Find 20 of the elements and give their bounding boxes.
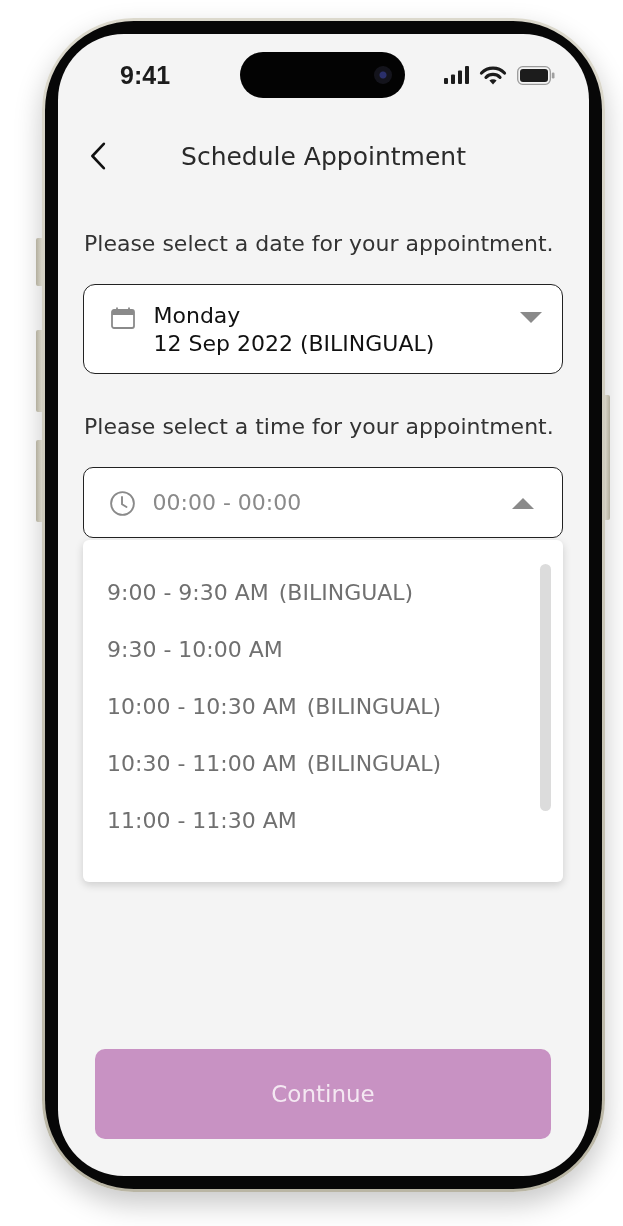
battery-icon — [517, 65, 555, 85]
time-option[interactable]: 9:00 - 9:30 AM (BILINGUAL) — [83, 564, 523, 621]
side-key — [36, 238, 42, 286]
calendar-icon — [110, 307, 135, 329]
status-time: 9:41 — [120, 60, 171, 90]
back-icon[interactable] — [90, 142, 106, 170]
time-option[interactable]: 11:00 - 11:30 AM — [83, 792, 523, 849]
signal-icon — [444, 66, 469, 84]
camera-lens-icon — [374, 66, 392, 84]
field-label: Please select a time for your appointment. — [84, 413, 554, 441]
wifi-icon — [479, 65, 507, 85]
page-title: Schedule Appointment — [181, 141, 466, 171]
scrollbar[interactable] — [540, 564, 551, 811]
time-option[interactable]: 10:30 - 11:00 AM (BILINGUAL) — [83, 735, 523, 792]
clock-icon — [110, 490, 135, 516]
time-option[interactable]: 10:00 - 10:30 AM (BILINGUAL) — [83, 678, 523, 735]
field-label: Please select a date for your appointment. — [84, 230, 554, 258]
time-option[interactable]: 9:30 - 10:00 AM — [83, 621, 523, 678]
time-dropdown[interactable]: 00:00 - 00:00 — [83, 467, 563, 538]
date-dropdown[interactable]: Monday 12 Sep 2022 (BILINGUAL) — [83, 284, 563, 374]
